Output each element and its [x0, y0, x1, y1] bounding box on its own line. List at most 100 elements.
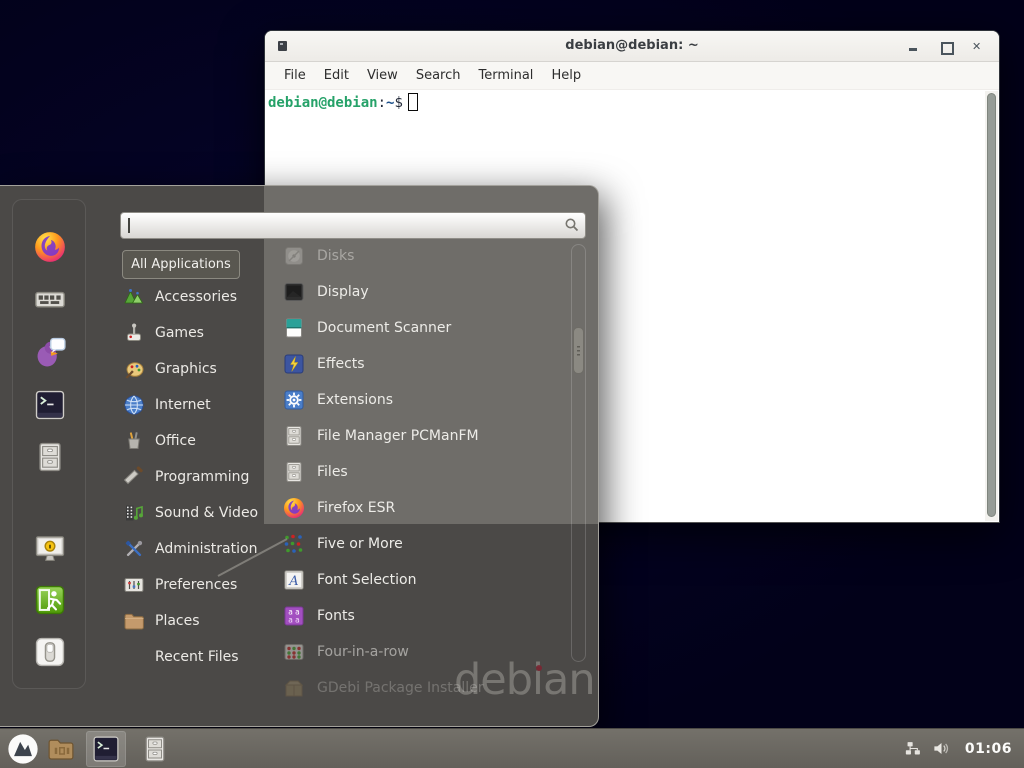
- category-accessories[interactable]: Accessories: [122, 279, 272, 315]
- files-icon: [282, 460, 306, 484]
- four-in-a-row-icon: [282, 640, 306, 664]
- maximize-button[interactable]: [935, 31, 957, 62]
- shutdown-icon[interactable]: [33, 635, 67, 669]
- gdebi-icon: [282, 676, 306, 700]
- category-administration[interactable]: Administration: [122, 531, 272, 567]
- logout-icon[interactable]: [33, 583, 67, 617]
- prompt-separator: :: [378, 95, 386, 111]
- terminal-cursor: [408, 93, 418, 111]
- search-icon: [564, 217, 580, 233]
- terminal-titlebar[interactable]: debian@debian: ~: [265, 31, 999, 62]
- app-item-pcmanfm[interactable]: File Manager PCManFM: [282, 418, 560, 454]
- pidgin-icon[interactable]: [33, 335, 67, 369]
- menu-file[interactable]: File: [275, 64, 315, 87]
- menu-help[interactable]: Help: [542, 64, 590, 87]
- disks-icon: [282, 244, 306, 268]
- category-sound-video[interactable]: Sound & Video: [122, 495, 272, 531]
- administration-icon: [122, 537, 146, 561]
- document-scanner-icon: [282, 316, 306, 340]
- category-places[interactable]: Places: [122, 603, 272, 639]
- app-item-files[interactable]: Files: [282, 454, 560, 490]
- terminal-title: debian@debian: ~: [265, 38, 999, 53]
- apps-scrollbar[interactable]: [571, 244, 586, 662]
- favorites-sidebar: [12, 199, 86, 689]
- application-menu: debian All Applications Accessories Game…: [0, 185, 599, 727]
- category-graphics[interactable]: Graphics: [122, 351, 272, 387]
- apps-scrollbar-thumb[interactable]: [573, 327, 584, 374]
- app-item-fonts[interactable]: a aa a Fonts: [282, 598, 560, 634]
- category-preferences[interactable]: Preferences: [122, 567, 272, 603]
- menu-edit[interactable]: Edit: [315, 64, 358, 87]
- taskbar-terminal-icon: [91, 734, 121, 764]
- taskbar-file-manager[interactable]: [140, 731, 170, 767]
- keyboard-icon[interactable]: [33, 282, 67, 316]
- app-item-extensions[interactable]: Extensions: [282, 382, 560, 418]
- extensions-icon: [282, 388, 306, 412]
- app-item-effects[interactable]: Effects: [282, 346, 560, 382]
- taskbar-terminal-active[interactable]: [86, 731, 126, 767]
- clock[interactable]: 01:06: [965, 741, 1012, 757]
- file-manager-icon[interactable]: [33, 440, 67, 474]
- menu-button[interactable]: [6, 731, 40, 767]
- terminal-icon[interactable]: [33, 388, 67, 422]
- app-item-four-in-a-row[interactable]: Four-in-a-row: [282, 634, 560, 670]
- no-icon-spacer: [122, 645, 146, 669]
- programming-icon: [122, 465, 146, 489]
- category-office[interactable]: Office: [122, 423, 272, 459]
- taskbar-file-manager-icon: [140, 734, 170, 764]
- volume-icon[interactable]: [932, 739, 951, 758]
- text-caret: [128, 218, 130, 233]
- application-list: Disks Display Document Scanner Effects E…: [282, 238, 560, 706]
- internet-icon: [122, 393, 146, 417]
- menu-logo-icon: [6, 732, 40, 766]
- menu-view[interactable]: View: [358, 64, 407, 87]
- pcmanfm-icon: [282, 424, 306, 448]
- graphics-icon: [122, 357, 146, 381]
- category-programming[interactable]: Programming: [122, 459, 272, 495]
- fonts-icon: a aa a: [282, 604, 306, 628]
- app-item-gdebi[interactable]: GDebi Package Installer: [282, 670, 560, 706]
- menu-terminal[interactable]: Terminal: [469, 64, 542, 87]
- app-item-display[interactable]: Display: [282, 274, 560, 310]
- menu-search[interactable]: Search: [407, 64, 470, 87]
- prompt-symbol: $: [394, 95, 402, 111]
- minimize-button[interactable]: [903, 31, 925, 62]
- folder-icon: [46, 734, 76, 764]
- category-internet[interactable]: Internet: [122, 387, 272, 423]
- scrollbar-grip: [577, 346, 580, 356]
- shell-prompt: debian@debian:~$: [268, 93, 418, 111]
- font-selection-icon: A: [282, 568, 306, 592]
- app-item-disks[interactable]: Disks: [282, 238, 560, 274]
- firefox-icon[interactable]: [33, 230, 67, 264]
- preferences-icon: [122, 573, 146, 597]
- accessories-icon: [122, 285, 146, 309]
- terminal-scrollbar-thumb[interactable]: [987, 93, 996, 517]
- search-box: [120, 212, 586, 239]
- category-recent-files[interactable]: Recent Files: [122, 639, 272, 675]
- app-item-font-selection[interactable]: A Font Selection: [282, 562, 560, 598]
- effects-icon: [282, 352, 306, 376]
- terminal-menubar: File Edit View Search Terminal Help: [265, 62, 999, 90]
- network-icon[interactable]: [905, 740, 922, 757]
- taskbar: 01:06: [0, 728, 1024, 768]
- category-list: Accessories Games Graphics Internet Offi…: [122, 279, 272, 675]
- category-games[interactable]: Games: [122, 315, 272, 351]
- app-item-five-or-more[interactable]: Five or More: [282, 526, 560, 562]
- prompt-user-host: debian@debian: [268, 95, 378, 111]
- app-item-firefox-esr[interactable]: Firefox ESR: [282, 490, 560, 526]
- search-input[interactable]: [120, 212, 586, 239]
- close-button[interactable]: [967, 31, 989, 62]
- folder-shortcut[interactable]: [46, 731, 76, 767]
- svg-text:a a: a a: [288, 616, 300, 625]
- sound-video-icon: [122, 501, 146, 525]
- terminal-scrollbar[interactable]: [985, 91, 998, 521]
- office-icon: [122, 429, 146, 453]
- firefox-esr-icon: [282, 496, 306, 520]
- lock-screen-icon[interactable]: [33, 532, 67, 566]
- app-item-document-scanner[interactable]: Document Scanner: [282, 310, 560, 346]
- filter-all-applications[interactable]: All Applications: [122, 250, 240, 279]
- places-icon: [122, 609, 146, 633]
- games-icon: [122, 321, 146, 345]
- five-or-more-icon: [282, 532, 306, 556]
- display-icon: [282, 280, 306, 304]
